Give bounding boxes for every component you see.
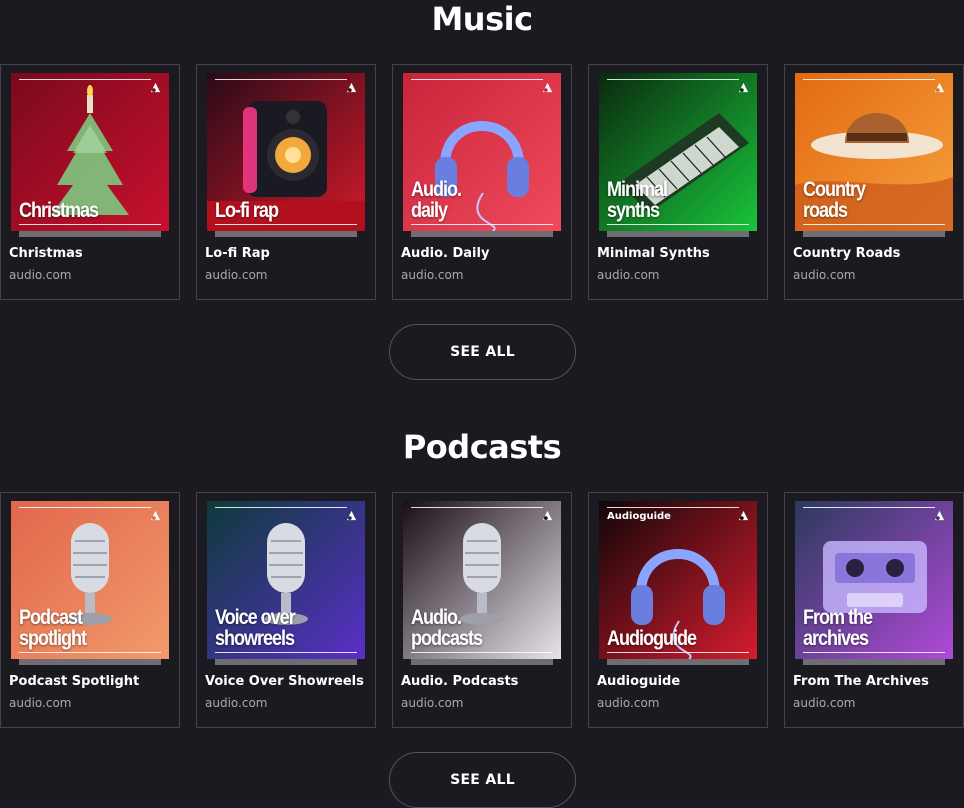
card-title: From The Archives (793, 674, 929, 689)
audio-logo-icon (542, 510, 553, 521)
page: Music Christmas Christmas audio.com Lo-f… (0, 0, 964, 808)
art-top-rule (19, 79, 151, 80)
art-bottom-rule (607, 224, 749, 225)
podcast-card-voice-over-showreels[interactable]: Voice over showreels Voice Over Showreel… (196, 492, 376, 728)
cover-art: Audioguide Audioguide (599, 501, 757, 659)
card-source: audio.com (793, 268, 856, 282)
music-see-all-button[interactable]: SEE ALL (389, 324, 576, 380)
card-source: audio.com (205, 268, 268, 282)
cover-shadow (803, 659, 945, 665)
podcasts-grid: Podcast spotlight Podcast Spotlight audi… (0, 492, 964, 728)
art-bottom-rule (19, 652, 161, 653)
cover-art: Audio. podcasts (403, 501, 561, 659)
art-label: Minimal synths (607, 178, 668, 222)
art-bottom-rule (607, 652, 749, 653)
art-top-rule (411, 79, 543, 80)
art-top-rule (803, 79, 935, 80)
podcast-card-from-the-archives[interactable]: From the archives From The Archives audi… (784, 492, 964, 728)
art-top-rule (607, 79, 739, 80)
card-title: Podcast Spotlight (9, 674, 140, 689)
music-card-audio-daily[interactable]: Audio. daily Audio. Daily audio.com (392, 64, 572, 300)
art-label: From the archives (803, 606, 873, 650)
cover-shadow (607, 659, 749, 665)
audio-logo-icon (738, 510, 749, 521)
cover-shadow (607, 231, 749, 237)
cover-art: Voice over showreels (207, 501, 365, 659)
card-title: Audio. Podcasts (401, 674, 519, 689)
art-label: Audioguide (607, 627, 697, 650)
card-title: Country Roads (793, 246, 901, 261)
music-card-christmas[interactable]: Christmas Christmas audio.com (0, 64, 180, 300)
art-label: Lo-fi rap (215, 199, 279, 222)
art-bottom-rule (19, 224, 161, 225)
audio-logo-icon (150, 82, 161, 93)
cover-art: Minimal synths (599, 73, 757, 231)
cover-shadow (411, 659, 553, 665)
audio-logo-icon (542, 82, 553, 93)
art-label: Audio. daily (411, 178, 462, 222)
card-source: audio.com (205, 696, 268, 710)
card-source: audio.com (401, 268, 464, 282)
card-source: audio.com (597, 268, 660, 282)
cover-art: Christmas (11, 73, 169, 231)
cover-shadow (803, 231, 945, 237)
art-top-rule (215, 79, 347, 80)
audio-logo-icon (934, 510, 945, 521)
art-label: Voice over showreels (215, 606, 296, 650)
art-top-rule (607, 507, 739, 508)
audio-logo-icon (934, 82, 945, 93)
podcast-card-podcast-spotlight[interactable]: Podcast spotlight Podcast Spotlight audi… (0, 492, 180, 728)
art-top-rule (19, 507, 151, 508)
art-bottom-rule (215, 224, 357, 225)
card-title: Audio. Daily (401, 246, 490, 261)
art-top-rule (803, 507, 935, 508)
music-card-minimal-synths[interactable]: Minimal synths Minimal Synths audio.com (588, 64, 768, 300)
music-section-title: Music (431, 0, 533, 38)
art-bottom-rule (803, 224, 945, 225)
audio-logo-icon (346, 510, 357, 521)
cover-shadow (411, 231, 553, 237)
card-title: Christmas (9, 246, 83, 261)
podcasts-see-all-button[interactable]: SEE ALL (389, 752, 576, 808)
art-bottom-rule (215, 652, 357, 653)
music-card-country-roads[interactable]: Country roads Country Roads audio.com (784, 64, 964, 300)
card-title: Minimal Synths (597, 246, 710, 261)
music-card-lofi-rap[interactable]: Lo-fi rap Lo-fi Rap audio.com (196, 64, 376, 300)
art-bottom-rule (411, 652, 553, 653)
audio-logo-icon (150, 510, 161, 521)
cover-art: Podcast spotlight (11, 501, 169, 659)
art-small-label: Audioguide (607, 511, 671, 522)
cover-art: Country roads (795, 73, 953, 231)
podcasts-section-title: Podcasts (402, 428, 562, 466)
cover-art: Lo-fi rap (207, 73, 365, 231)
art-label: Christmas (19, 199, 99, 222)
audio-logo-icon (738, 82, 749, 93)
audio-logo-icon (346, 82, 357, 93)
cover-shadow (19, 231, 161, 237)
card-source: audio.com (9, 268, 72, 282)
cover-art: Audio. daily (403, 73, 561, 231)
art-label: Podcast spotlight (19, 606, 87, 650)
podcast-card-audio-podcasts[interactable]: Audio. podcasts Audio. Podcasts audio.co… (392, 492, 572, 728)
card-title: Voice Over Showreels (205, 674, 364, 689)
card-title: Audioguide (597, 674, 681, 689)
music-grid: Christmas Christmas audio.com Lo-fi rap … (0, 64, 964, 300)
cover-shadow (215, 231, 357, 237)
art-label: Audio. podcasts (411, 606, 483, 650)
cover-art: From the archives (795, 501, 953, 659)
card-source: audio.com (9, 696, 72, 710)
card-title: Lo-fi Rap (205, 246, 270, 261)
card-source: audio.com (401, 696, 464, 710)
art-top-rule (215, 507, 347, 508)
card-source: audio.com (793, 696, 856, 710)
art-label: Country roads (803, 178, 866, 222)
cover-shadow (19, 659, 161, 665)
cover-shadow (215, 659, 357, 665)
art-top-rule (411, 507, 543, 508)
card-source: audio.com (597, 696, 660, 710)
podcast-card-audioguide[interactable]: Audioguide Audioguide Audioguide audio.co… (588, 492, 768, 728)
art-bottom-rule (803, 652, 945, 653)
art-bottom-rule (411, 224, 553, 225)
